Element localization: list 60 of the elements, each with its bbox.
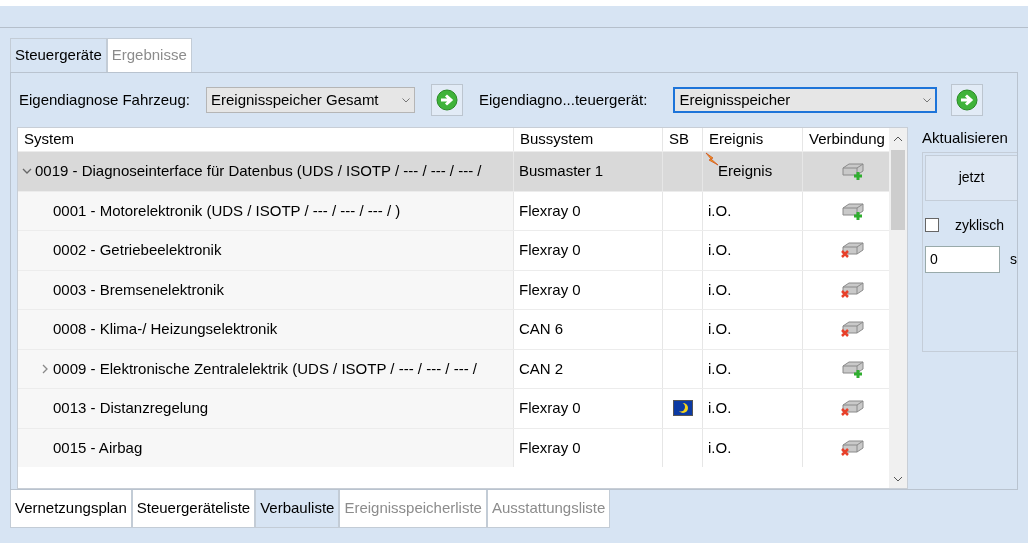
table-cell-text: Flexray 0 bbox=[519, 398, 581, 418]
table-row[interactable]: 0008 - Klima-/ Heizungselektronik CAN 6 i.O. bbox=[18, 309, 889, 349]
table-cell-text: Flexray 0 bbox=[519, 437, 581, 458]
caret-icon bbox=[401, 97, 410, 103]
field-label: Eigendiagno...teuergerät: bbox=[478, 89, 648, 110]
table-cell-text: 0013 - Distanzregelung bbox=[53, 398, 209, 418]
table-cell-text: 0002 - Getriebeelektronik bbox=[53, 240, 222, 260]
column-header[interactable]: System bbox=[18, 128, 513, 151]
field-label: Eigendiagnose Fahrzeug: bbox=[19, 89, 190, 110]
table-row[interactable]: 0002 - Getriebeelektronik Flexray 0 i.O. bbox=[18, 230, 889, 270]
unit-label: s bbox=[1010, 249, 1017, 269]
group-title: Aktualisieren bbox=[922, 128, 1009, 148]
table-cell-text: i.O. bbox=[708, 437, 732, 458]
table-cell-text: 0009 - Elektronische Zentralelektrik (UDS / ISOTP / --- / --- / --- / bbox=[53, 358, 477, 379]
expand-icon[interactable] bbox=[40, 363, 50, 374]
refresh-button[interactable]: jetzt bbox=[925, 154, 1017, 201]
scrollbar[interactable] bbox=[889, 128, 907, 488]
table-cell-text: CAN 2 bbox=[519, 358, 564, 379]
table-cell-text: i.O. bbox=[708, 279, 732, 300]
table-cell-text: 0019 - Diagnoseinterface für Datenbus (UDS / ISOTP / --- / --- / --- / bbox=[35, 161, 482, 181]
dropdown-value: Ereignisspeicher bbox=[679, 89, 791, 110]
tab[interactable]: Steuergeräte bbox=[10, 38, 107, 72]
table-cell-text: 0008 - Klima-/ Heizungselektronik bbox=[53, 319, 278, 339]
table-cell-text: i.O. bbox=[708, 240, 732, 260]
table-cell-text: Flexray 0 bbox=[519, 240, 581, 260]
table-cell-text: 0015 - Airbag bbox=[53, 437, 143, 458]
table-row[interactable]: 0015 - Airbag Flexray 0 i.O. bbox=[18, 427, 889, 467]
arrow-right-icon bbox=[435, 89, 458, 111]
table-row[interactable]: 0001 - Motorelektronik (UDS / ISOTP / --- / --- / --- / ) Flexray 0 i.O. bbox=[18, 190, 889, 230]
table-cell-text: Flexray 0 bbox=[519, 200, 581, 221]
go-button[interactable] bbox=[430, 84, 463, 116]
table-row[interactable]: 0013 - Distanzregelung Flexray 0 i.O. bbox=[18, 388, 889, 428]
table-cell-text: Ereignis bbox=[717, 161, 773, 181]
interval-field[interactable]: 0 bbox=[925, 245, 1000, 273]
table-cell-text: Busmaster 1 bbox=[519, 161, 604, 181]
tab[interactable]: Verbauliste bbox=[255, 490, 340, 528]
dropdown[interactable]: Ereignisspeicher bbox=[673, 87, 938, 113]
table-cell-text: 0003 - Bremsenelektronik bbox=[53, 279, 224, 300]
scroll-down-icon[interactable] bbox=[893, 476, 903, 482]
table-cell-text: Flexray 0 bbox=[519, 279, 581, 300]
arrow-right-icon bbox=[956, 89, 979, 111]
dropdown-value: Ereignisspeicher Gesamt bbox=[210, 89, 379, 110]
checkbox[interactable] bbox=[925, 218, 939, 232]
scroll-up-icon[interactable] bbox=[893, 136, 903, 142]
table-cell-text: CAN 6 bbox=[519, 319, 564, 339]
caret-icon bbox=[923, 97, 932, 103]
checkbox-label: zyklisch bbox=[955, 215, 1004, 235]
dropdown[interactable]: Ereignisspeicher Gesamt bbox=[205, 87, 415, 113]
table-cell-text: i.O. bbox=[708, 319, 732, 339]
table-cell-text: i.O. bbox=[708, 358, 732, 379]
tab[interactable]: Steuergeräteliste bbox=[131, 490, 256, 528]
go-button[interactable] bbox=[951, 84, 984, 116]
table-cell-text: 0001 - Motorelektronik (UDS / ISOTP / --- / --- / --- / ) bbox=[53, 200, 401, 221]
table-cell-text: i.O. bbox=[708, 200, 732, 221]
table-row[interactable]: 0003 - Bremsenelektronik Flexray 0 i.O. bbox=[18, 269, 889, 309]
table-cell-text: i.O. bbox=[708, 398, 732, 418]
tab[interactable]: Vernetzungsplan bbox=[10, 490, 132, 528]
table-row[interactable]: 0009 - Elektronische Zentralelektrik (UDS / ISOTP / --- / --- / --- / CAN 2 i.O. bbox=[18, 348, 889, 388]
table-row[interactable]: 0019 - Diagnoseinterface für Datenbus (UDS / ISOTP / --- / --- / --- / Busmaster 1 Ereignis bbox=[18, 151, 889, 191]
scrollbar-thumb[interactable] bbox=[891, 150, 905, 230]
